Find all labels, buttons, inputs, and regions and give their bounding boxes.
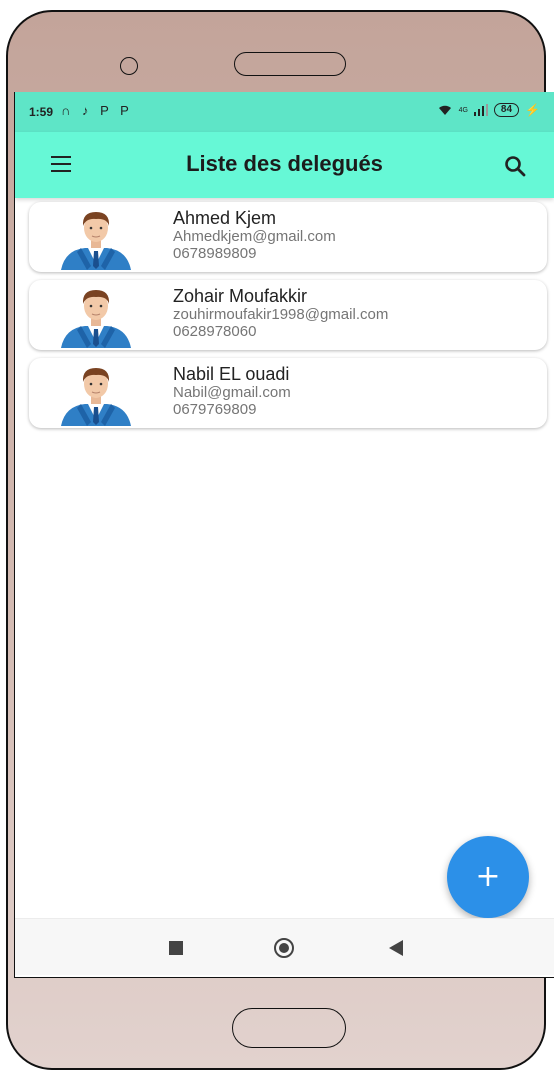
avatar-icon [61, 212, 131, 270]
hardware-home-button[interactable] [232, 1008, 346, 1048]
back-icon[interactable] [389, 940, 403, 956]
network-type: 4G [458, 106, 468, 114]
delegate-phone: 0628978060 [173, 323, 257, 340]
delegate-email: zouhirmoufakir1998@gmail.com [173, 306, 389, 323]
delegate-info: Ahmed Kjem Ahmedkjem@gmail.com 067898980… [173, 208, 336, 262]
battery-level: 84 [493, 103, 520, 117]
delegate-name: Zohair Moufakkir [173, 286, 308, 306]
delegate-phone: 0678989809 [173, 245, 257, 262]
status-bar: 1:59 ∩ ♪ P P 4G 84 ⚡ [15, 92, 554, 132]
recent-apps-icon[interactable] [169, 941, 183, 955]
avatar-icon [61, 290, 131, 348]
home-icon[interactable] [274, 938, 294, 958]
delegate-phone: 0679769809 [173, 401, 257, 418]
delegate-email: Nabil@gmail.com [173, 384, 291, 401]
earpiece-speaker [234, 52, 346, 76]
delegate-info: Nabil EL ouadi Nabil@gmail.com 067976980… [173, 364, 291, 418]
page-title: Liste des delegués [186, 151, 383, 176]
app-bar: Liste des delegués [15, 132, 554, 198]
list-item[interactable]: Zohair Moufakkir zouhirmoufakir1998@gmai… [29, 280, 547, 350]
system-nav-bar [15, 918, 554, 975]
delegate-email: Ahmedkjem@gmail.com [173, 228, 336, 245]
delegate-list: Ahmed Kjem Ahmedkjem@gmail.com 067898980… [29, 202, 547, 436]
delegate-name: Nabil EL ouadi [173, 364, 290, 384]
app-screen: 1:59 ∩ ♪ P P 4G 84 ⚡ Liste des delegués [14, 92, 554, 978]
notification-icons: ∩ ♪ P P [61, 103, 133, 118]
charging-icon: ⚡ [525, 103, 540, 117]
status-time: 1:59 [29, 105, 54, 119]
list-item[interactable]: Nabil EL ouadi Nabil@gmail.com 067976980… [29, 358, 547, 428]
avatar-icon [61, 368, 131, 426]
list-item[interactable]: Ahmed Kjem Ahmedkjem@gmail.com 067898980… [29, 202, 547, 272]
add-delegate-button[interactable]: + [447, 836, 529, 918]
front-camera [120, 57, 138, 75]
search-icon[interactable] [503, 154, 527, 178]
delegate-info: Zohair Moufakkir zouhirmoufakir1998@gmai… [173, 286, 388, 340]
delegate-name: Ahmed Kjem [173, 208, 277, 228]
signal-icon [473, 104, 488, 116]
status-indicators: 4G 84 ⚡ [437, 103, 540, 117]
wifi-icon [438, 105, 451, 115]
